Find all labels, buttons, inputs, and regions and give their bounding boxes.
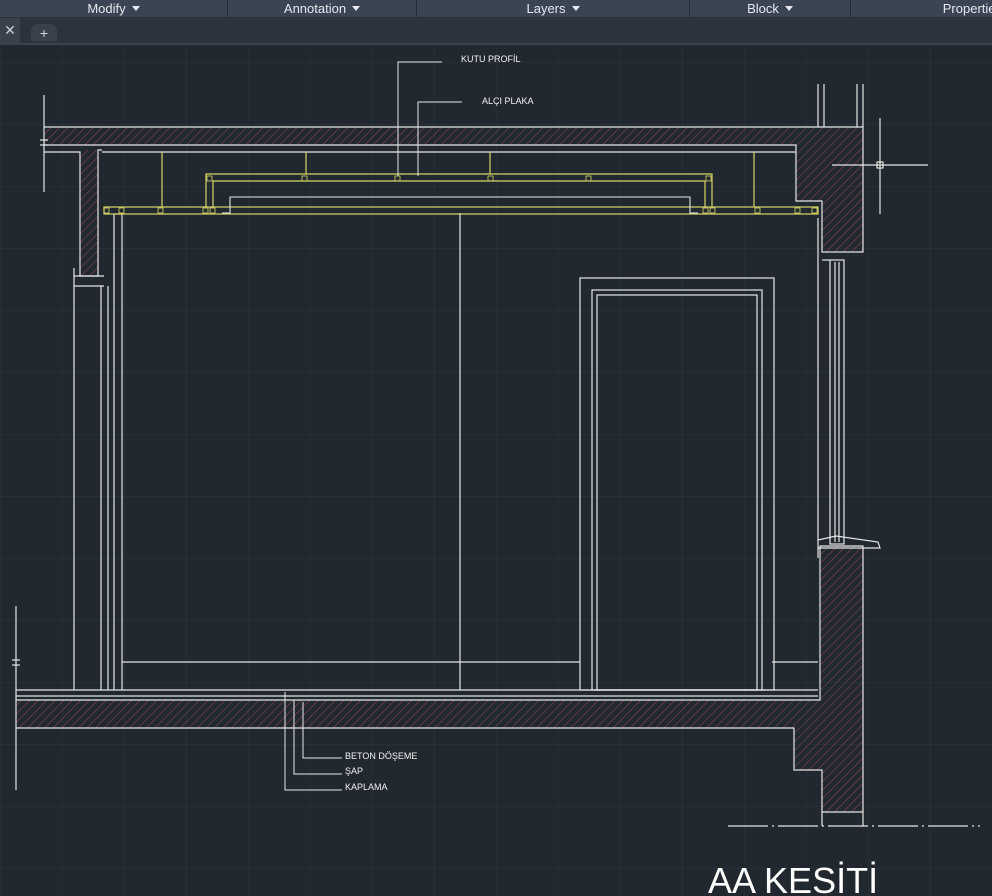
label-kaplama: KAPLAMA (345, 782, 388, 792)
close-icon[interactable]: ✕ (0, 18, 20, 43)
label-beton-doseme: BETON DÖŞEME (345, 751, 417, 761)
panel-label: Layers (526, 1, 566, 16)
label-sap: ŞAP (345, 766, 363, 776)
drawing-title: AA KESİTİ (708, 860, 878, 896)
chevron-down-icon (784, 6, 793, 11)
ribbon-panel-modify[interactable]: Modify (0, 0, 228, 17)
label-alci-plaka: ALÇI PLAKA (482, 96, 534, 106)
drawing-canvas[interactable]: KUTU PROFİL ALÇI PLAKA BETON DÖŞEME ŞAP … (0, 45, 992, 896)
ribbon-panel-bar: Modify Annotation Layers Block Propertie… (0, 0, 992, 18)
panel-label: Modify (87, 1, 126, 16)
label-kutu-profil: KUTU PROFİL (461, 54, 521, 64)
ribbon-panel-block[interactable]: Block (690, 0, 851, 17)
add-tab-button[interactable]: + (31, 24, 57, 41)
panel-label: Annotation (283, 1, 347, 16)
chevron-down-icon (352, 6, 361, 11)
ribbon-panel-layers[interactable]: Layers (417, 0, 690, 17)
ribbon-panel-properties[interactable]: Properties (851, 0, 992, 17)
panel-label: Block (747, 1, 779, 16)
file-tab-bar: ✕ + (0, 18, 992, 45)
chevron-down-icon (131, 6, 140, 11)
panel-label: Properties (942, 1, 992, 16)
ribbon-panel-annotation[interactable]: Annotation (228, 0, 417, 17)
chevron-down-icon (571, 6, 580, 11)
